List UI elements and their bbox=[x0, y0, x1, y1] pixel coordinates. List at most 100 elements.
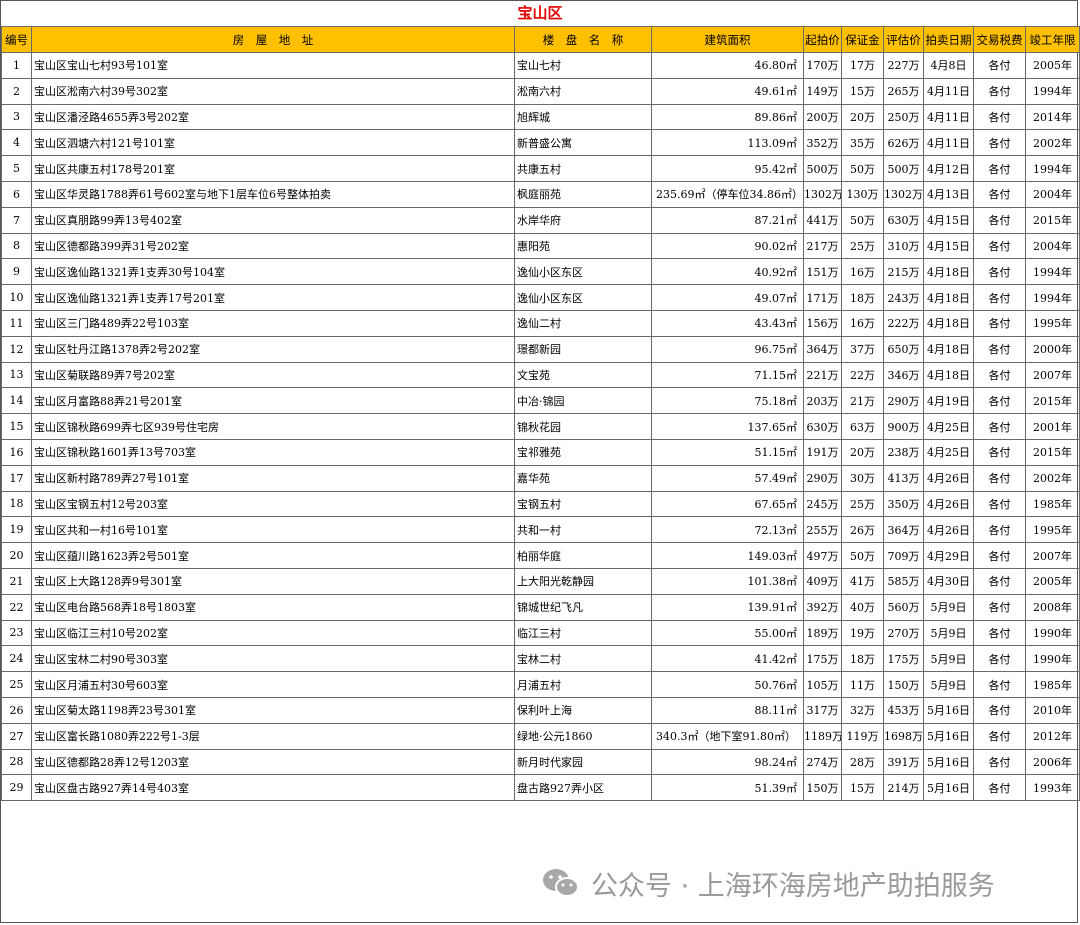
row-deposit: 15万 bbox=[841, 77, 884, 105]
row-built-year: 2005年 bbox=[1025, 52, 1080, 79]
row-area: 88.11㎡ bbox=[651, 696, 804, 724]
row-address: 宝山区锦秋路1601弄13号703室 bbox=[31, 438, 515, 466]
row-tax: 各付 bbox=[973, 413, 1026, 440]
row-built-year: 2002年 bbox=[1025, 464, 1080, 492]
row-address: 宝山区共康五村178号201室 bbox=[31, 155, 515, 182]
row-area: 139.91㎡ bbox=[651, 593, 804, 621]
row-auction-date: 4月26日 bbox=[923, 490, 974, 518]
row-tax: 各付 bbox=[973, 696, 1026, 724]
row-appraisal: 500万 bbox=[883, 155, 924, 182]
row-deposit: 35万 bbox=[841, 129, 884, 157]
row-area: 51.15㎡ bbox=[651, 438, 804, 466]
row-built-year: 2015年 bbox=[1025, 206, 1080, 234]
row-built-year: 1993年 bbox=[1025, 774, 1080, 802]
table-row: 16 宝山区锦秋路1601弄13号703室 宝祁雅苑 51.15㎡ 191万 20万 238… bbox=[1, 438, 1080, 466]
row-deposit: 16万 bbox=[841, 309, 884, 337]
row-estate: 新普盛公寓 bbox=[514, 129, 652, 157]
row-auction-date: 4月15日 bbox=[923, 206, 974, 234]
header-row: 编号 房 屋 地 址 楼 盘 名 称 建筑面积 起拍价 保证金 评估价 拍卖日期… bbox=[1, 26, 1080, 53]
row-area: 71.15㎡ bbox=[651, 361, 804, 389]
row-start-price: 105万 bbox=[803, 671, 842, 698]
row-auction-date: 5月16日 bbox=[923, 722, 974, 750]
row-estate: 惠阳苑 bbox=[514, 232, 652, 260]
row-auction-date: 4月18日 bbox=[923, 361, 974, 389]
row-address: 宝山区电台路568弄18号1803室 bbox=[31, 593, 515, 621]
row-built-year: 2004年 bbox=[1025, 232, 1080, 260]
row-appraisal: 453万 bbox=[883, 696, 924, 724]
row-built-year: 1990年 bbox=[1025, 645, 1080, 673]
row-estate: 盘古路927弄小区 bbox=[514, 774, 652, 802]
table-row: 18 宝山区宝钢五村12号203室 宝钢五村 67.65㎡ 245万 25万 350万 4月2… bbox=[1, 490, 1080, 518]
row-auction-date: 4月18日 bbox=[923, 335, 974, 363]
row-start-price: 1189万 bbox=[803, 722, 842, 750]
row-tax: 各付 bbox=[973, 155, 1026, 182]
row-no: 24 bbox=[1, 645, 32, 673]
row-deposit: 119万 bbox=[841, 722, 884, 750]
auction-sheet: 宝山区 编号 房 屋 地 址 楼 盘 名 称 建筑面积 起拍价 保证金 评估价 bbox=[0, 0, 1080, 923]
row-appraisal: 270万 bbox=[883, 619, 924, 647]
row-area: 101.38㎡ bbox=[651, 567, 804, 595]
row-tax: 各付 bbox=[973, 438, 1026, 466]
row-area: 40.92㎡ bbox=[651, 258, 804, 286]
row-start-price: 352万 bbox=[803, 129, 842, 157]
row-estate: 宝钢五村 bbox=[514, 490, 652, 518]
row-deposit: 50万 bbox=[841, 206, 884, 234]
row-deposit: 16万 bbox=[841, 258, 884, 286]
row-built-year: 2005年 bbox=[1025, 567, 1080, 595]
row-address: 宝山区逸仙路1321弄1支弄30号104室 bbox=[31, 258, 515, 286]
row-area: 72.13㎡ bbox=[651, 516, 804, 544]
row-estate: 锦城世纪飞凡 bbox=[514, 593, 652, 621]
row-area: 43.43㎡ bbox=[651, 309, 804, 337]
row-deposit: 22万 bbox=[841, 361, 884, 389]
table-row: 28 宝山区德都路28弄12号1203室 新月时代家园 98.24㎡ 274万 28万 39… bbox=[1, 748, 1080, 776]
row-area: 49.61㎡ bbox=[651, 77, 804, 105]
row-area: 96.75㎡ bbox=[651, 335, 804, 363]
row-estate: 旭辉城 bbox=[514, 103, 652, 131]
row-appraisal: 310万 bbox=[883, 232, 924, 260]
row-address: 宝山区德都路28弄12号1203室 bbox=[31, 748, 515, 776]
table-row: 1 宝山区宝山七村93号101室 宝山七村 46.80㎡ 170万 17万 227万 4月8日… bbox=[1, 52, 1080, 79]
row-auction-date: 4月8日 bbox=[923, 52, 974, 79]
row-appraisal: 630万 bbox=[883, 206, 924, 234]
row-deposit: 19万 bbox=[841, 619, 884, 647]
row-appraisal: 238万 bbox=[883, 438, 924, 466]
row-deposit: 41万 bbox=[841, 567, 884, 595]
row-deposit: 130万 bbox=[841, 180, 884, 208]
row-deposit: 40万 bbox=[841, 593, 884, 621]
row-area: 67.65㎡ bbox=[651, 490, 804, 518]
row-no: 29 bbox=[1, 774, 32, 802]
row-tax: 各付 bbox=[973, 619, 1026, 647]
row-built-year: 1985年 bbox=[1025, 490, 1080, 518]
table-row: 12 宝山区牡丹江路1378弄2号202室 璟都新园 96.75㎡ 364万 37万 650… bbox=[1, 335, 1080, 363]
row-area: 46.80㎡ bbox=[651, 52, 804, 79]
row-auction-date: 4月11日 bbox=[923, 103, 974, 131]
row-deposit: 18万 bbox=[841, 645, 884, 673]
row-estate: 嘉华苑 bbox=[514, 464, 652, 492]
row-estate: 临江三村 bbox=[514, 619, 652, 647]
table-row: 11 宝山区三门路489弄22号103室 逸仙二村 43.43㎡ 156万 16万 222万… bbox=[1, 309, 1080, 337]
row-built-year: 2001年 bbox=[1025, 413, 1080, 440]
row-tax: 各付 bbox=[973, 387, 1026, 415]
row-estate: 宝林二村 bbox=[514, 645, 652, 673]
row-no: 25 bbox=[1, 671, 32, 698]
row-built-year: 2015年 bbox=[1025, 387, 1080, 415]
row-tax: 各付 bbox=[973, 103, 1026, 131]
row-start-price: 290万 bbox=[803, 464, 842, 492]
row-appraisal: 626万 bbox=[883, 129, 924, 157]
row-deposit: 63万 bbox=[841, 413, 884, 440]
row-no: 1 bbox=[1, 52, 32, 79]
row-no: 26 bbox=[1, 696, 32, 724]
row-tax: 各付 bbox=[973, 774, 1026, 802]
row-address: 宝山区泗塘六村121号101室 bbox=[31, 129, 515, 157]
table-row: 23 宝山区临江三村10号202室 临江三村 55.00㎡ 189万 19万 270万 5月9… bbox=[1, 619, 1080, 647]
row-appraisal: 227万 bbox=[883, 52, 924, 79]
row-tax: 各付 bbox=[973, 567, 1026, 595]
row-built-year: 1994年 bbox=[1025, 77, 1080, 105]
row-auction-date: 4月15日 bbox=[923, 232, 974, 260]
row-built-year: 2007年 bbox=[1025, 361, 1080, 389]
col-header-appraisal: 评估价 bbox=[883, 26, 924, 53]
row-auction-date: 5月9日 bbox=[923, 593, 974, 621]
row-no: 16 bbox=[1, 438, 32, 466]
row-start-price: 171万 bbox=[803, 284, 842, 311]
table-row: 19 宝山区共和一村16号101室 共和一村 72.13㎡ 255万 26万 364万 4月2… bbox=[1, 516, 1080, 544]
